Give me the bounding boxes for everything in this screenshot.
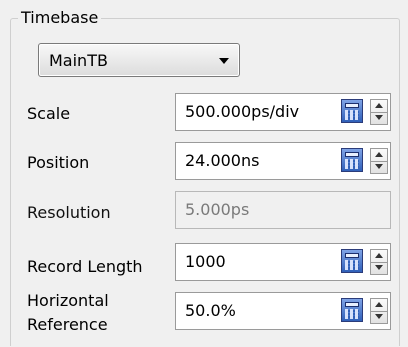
arrow-down-icon[interactable] xyxy=(371,262,387,274)
position-spinner[interactable] xyxy=(370,148,388,174)
calculator-icon[interactable] xyxy=(341,298,363,322)
scale-value[interactable]: 500.000ps/div xyxy=(185,102,299,121)
scale-label: Scale xyxy=(27,104,71,123)
horizontal-reference-spinner[interactable] xyxy=(370,298,388,324)
arrow-down-icon[interactable] xyxy=(371,112,387,124)
arrow-down-icon[interactable] xyxy=(371,161,387,173)
calculator-icon[interactable] xyxy=(341,249,363,273)
timebase-select-value: MainTB xyxy=(49,51,108,70)
position-value[interactable]: 24.000ns xyxy=(185,151,259,170)
horizontal-reference-value[interactable]: 50.0% xyxy=(185,301,236,320)
horizontal-reference-label-line1: Horizontal xyxy=(27,291,109,310)
position-label: Position xyxy=(27,153,90,172)
resolution-value: 5.000ps xyxy=(185,200,250,219)
scale-spinner[interactable] xyxy=(370,99,388,125)
timebase-select[interactable]: MainTB xyxy=(38,43,240,77)
record-length-spinner[interactable] xyxy=(370,249,388,275)
group-title: Timebase xyxy=(18,8,102,28)
position-field[interactable]: 24.000ns xyxy=(175,142,391,180)
chevron-down-icon[interactable] xyxy=(219,58,229,64)
resolution-label: Resolution xyxy=(27,203,111,222)
calculator-icon[interactable] xyxy=(341,148,363,172)
record-length-value[interactable]: 1000 xyxy=(185,252,226,271)
scale-field[interactable]: 500.000ps/div xyxy=(175,93,391,131)
record-length-label: Record Length xyxy=(27,257,143,276)
horizontal-reference-label-line2: Reference xyxy=(27,315,108,334)
resolution-field: 5.000ps xyxy=(175,191,391,229)
horizontal-reference-field[interactable]: 50.0% xyxy=(175,292,391,330)
arrow-down-icon[interactable] xyxy=(371,311,387,323)
record-length-field[interactable]: 1000 xyxy=(175,243,391,281)
calculator-icon[interactable] xyxy=(341,99,363,123)
